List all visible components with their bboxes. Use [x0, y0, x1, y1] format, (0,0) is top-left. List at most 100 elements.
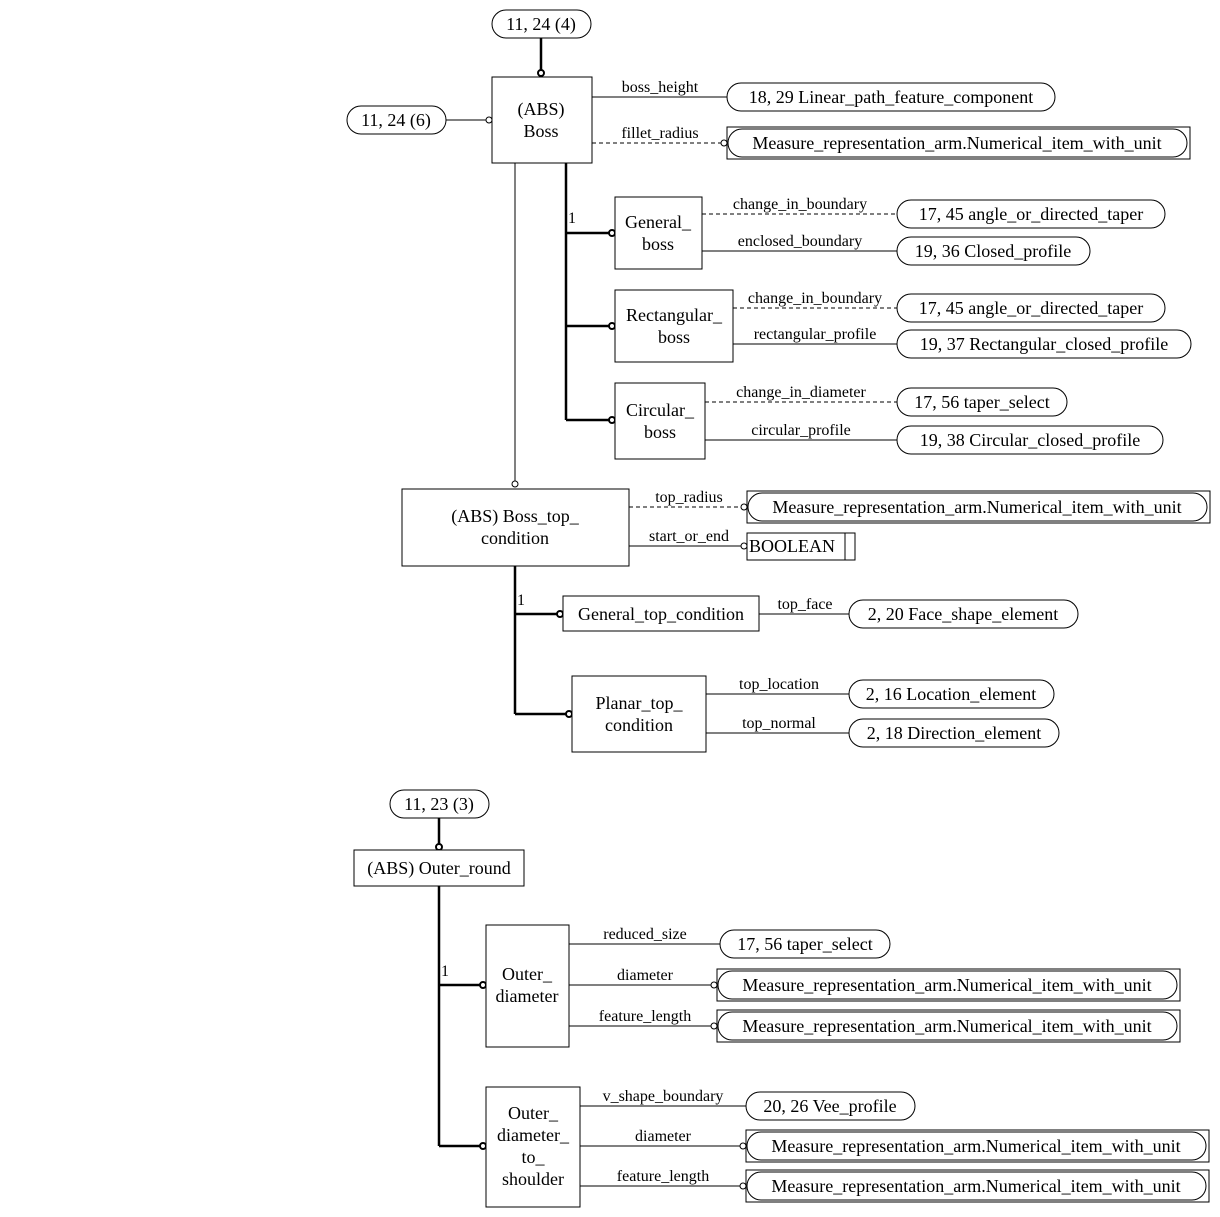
ref-ods-diameter-measure[interactable]: Measure_representation_arm.Numerical_ite… — [745, 1129, 1210, 1163]
ref-boss-parent[interactable]: 11, 24 (4) — [491, 9, 592, 39]
entity-planar-top-condition[interactable]: Planar_top_ condition — [571, 675, 707, 753]
entity-boss-top-condition[interactable]: (ABS) Boss_top_ condition — [401, 488, 630, 567]
attr-top-face: top_face — [777, 596, 832, 613]
entity-boss-label-1: (ABS) — [517, 99, 564, 120]
cardinality-outer-round: 1 — [441, 963, 449, 980]
ref-outer-round-parent-label: 11, 23 (3) — [404, 794, 474, 815]
entity-outer-diameter-to-shoulder[interactable]: Outer_ diameter_ to_ shoulder — [485, 1086, 581, 1208]
entity-boss-label-2: Boss — [523, 121, 558, 141]
type-boolean[interactable]: BOOLEAN — [746, 532, 856, 561]
attr-top-location: top_location — [739, 676, 819, 693]
entity-ods-label-2: diameter_ — [497, 1125, 570, 1145]
attr-gb-change-in-boundary: change_in_boundary — [733, 196, 867, 213]
ref-linear-path[interactable]: 18, 29 Linear_path_feature_component — [726, 82, 1056, 112]
ref-boss-parent-label: 11, 24 (4) — [506, 14, 576, 35]
link-end-circle — [556, 610, 564, 618]
ref-gb-closed-profile[interactable]: 19, 36 Closed_profile — [896, 236, 1091, 266]
link-end-circle — [740, 542, 748, 550]
express-g-diagram: 11, 24 (4) 11, 24 (6) (ABS) Boss boss_he… — [346, 9, 1211, 1208]
entity-rectangular-boss-label-1: Rectangular_ — [626, 305, 723, 325]
entity-rectangular-boss-label-2: boss — [658, 327, 690, 347]
ref-gb-taper-label: 17, 45 angle_or_directed_taper — [919, 204, 1143, 224]
entity-rectangular-boss[interactable]: Rectangular_ boss — [614, 289, 734, 363]
attr-top-radius: top_radius — [655, 489, 723, 506]
entity-ods-label-4: shoulder — [502, 1169, 564, 1189]
attr-od-feature-length: feature_length — [599, 1008, 691, 1025]
link-end-circle — [608, 322, 616, 330]
link-end-circle — [537, 69, 545, 77]
ref-cb-circ-profile[interactable]: 19, 38 Circular_closed_profile — [896, 425, 1164, 455]
ref-boss-side[interactable]: 11, 24 (6) — [346, 105, 447, 135]
link-end-circle — [511, 480, 519, 488]
entity-general-top-condition[interactable]: General_top_condition — [562, 595, 760, 632]
entity-boss[interactable]: (ABS) Boss — [491, 76, 593, 164]
entity-circular-boss-label-2: boss — [644, 422, 676, 442]
attr-rb-change-in-boundary: change_in_boundary — [748, 290, 882, 307]
link-end-circle — [435, 843, 443, 851]
ref-outer-round-parent[interactable]: 11, 23 (3) — [389, 789, 490, 819]
ref-top-radius-measure-label: Measure_representation_arm.Numerical_ite… — [772, 497, 1181, 517]
ref-rb-rect-profile-label: 19, 37 Rectangular_closed_profile — [920, 334, 1168, 354]
ref-location-label: 2, 16 Location_element — [866, 684, 1036, 704]
ref-od-length-measure-label: Measure_representation_arm.Numerical_ite… — [742, 1016, 1151, 1036]
ref-gb-closed-profile-label: 19, 36 Closed_profile — [915, 241, 1071, 261]
entity-boss-top-condition-label-2: condition — [481, 528, 549, 548]
entity-general-boss-label-2: boss — [642, 234, 674, 254]
ref-cb-taper-select-label: 17, 56 taper_select — [914, 392, 1049, 412]
entity-outer-diameter-label-2: diameter — [496, 986, 559, 1006]
ref-face-shape-label: 2, 20 Face_shape_element — [868, 604, 1058, 624]
attr-start-or-end: start_or_end — [649, 528, 729, 545]
entity-general-boss-label-1: General_ — [625, 212, 692, 232]
ref-direction-label: 2, 18 Direction_element — [867, 723, 1041, 743]
link-end-circle — [608, 416, 616, 424]
link-end-circle — [565, 710, 573, 718]
ref-rb-taper[interactable]: 17, 45 angle_or_directed_taper — [896, 293, 1166, 323]
attr-gb-enclosed-boundary: enclosed_boundary — [738, 233, 862, 250]
attr-fillet-radius: fillet_radius — [621, 125, 698, 142]
ref-cb-circ-profile-label: 19, 38 Circular_closed_profile — [920, 430, 1140, 450]
ref-location[interactable]: 2, 16 Location_element — [848, 679, 1055, 709]
ref-cb-taper-select[interactable]: 17, 56 taper_select — [896, 387, 1068, 417]
ref-face-shape[interactable]: 2, 20 Face_shape_element — [848, 599, 1079, 629]
ref-gb-taper[interactable]: 17, 45 angle_or_directed_taper — [896, 199, 1166, 229]
entity-planar-top-condition-label-2: condition — [605, 715, 673, 735]
entity-circular-boss-label-1: Circular_ — [626, 400, 695, 420]
entity-general-boss[interactable]: General_ boss — [614, 196, 703, 270]
entity-planar-top-condition-label-1: Planar_top_ — [596, 693, 684, 713]
ref-ods-length-measure-label: Measure_representation_arm.Numerical_ite… — [771, 1176, 1180, 1196]
ref-vee-profile-label: 20, 26 Vee_profile — [763, 1096, 896, 1116]
entity-boss-top-condition-label-1: (ABS) Boss_top_ — [451, 506, 580, 527]
entity-outer-round-label: (ABS) Outer_round — [367, 858, 510, 879]
ref-rb-rect-profile[interactable]: 19, 37 Rectangular_closed_profile — [896, 329, 1192, 359]
ref-boss-side-label: 11, 24 (6) — [361, 110, 431, 131]
ref-od-length-measure[interactable]: Measure_representation_arm.Numerical_ite… — [716, 1009, 1181, 1043]
entity-general-top-condition-label: General_top_condition — [578, 604, 744, 624]
ref-direction[interactable]: 2, 18 Direction_element — [848, 718, 1060, 748]
ref-od-diameter-measure[interactable]: Measure_representation_arm.Numerical_ite… — [716, 968, 1181, 1002]
attr-od-diameter: diameter — [617, 967, 674, 984]
entity-outer-diameter[interactable]: Outer_ diameter — [485, 924, 570, 1048]
cardinality-boss: 1 — [568, 210, 576, 227]
attr-cb-circular-profile: circular_profile — [751, 422, 851, 439]
ref-fillet-measure-label: Measure_representation_arm.Numerical_ite… — [752, 133, 1161, 153]
link-end-circle — [740, 503, 748, 511]
ref-rb-taper-label: 17, 45 angle_or_directed_taper — [919, 298, 1143, 318]
entity-circular-boss[interactable]: Circular_ boss — [614, 382, 706, 460]
ref-vee-profile[interactable]: 20, 26 Vee_profile — [745, 1091, 916, 1121]
ref-linear-path-label: 18, 29 Linear_path_feature_component — [749, 87, 1033, 107]
link-end-circle — [739, 1182, 747, 1190]
attr-cb-change-in-diameter: change_in_diameter — [736, 384, 866, 401]
ref-ods-length-measure[interactable]: Measure_representation_arm.Numerical_ite… — [745, 1169, 1210, 1203]
attr-ods-feature-length: feature_length — [617, 1168, 709, 1185]
ref-fillet-measure[interactable]: Measure_representation_arm.Numerical_ite… — [726, 126, 1191, 160]
entity-outer-round[interactable]: (ABS) Outer_round — [353, 849, 525, 887]
link-end-circle — [608, 229, 616, 237]
ref-od-taper-select[interactable]: 17, 56 taper_select — [719, 929, 891, 959]
link-end-circle — [479, 1142, 487, 1150]
link-end-circle — [720, 139, 728, 147]
ref-top-radius-measure[interactable]: Measure_representation_arm.Numerical_ite… — [746, 490, 1211, 524]
ref-ods-diameter-measure-label: Measure_representation_arm.Numerical_ite… — [771, 1136, 1180, 1156]
attr-boss-height: boss_height — [622, 79, 699, 96]
attr-top-normal: top_normal — [742, 715, 816, 732]
attr-rb-rectangular-profile: rectangular_profile — [754, 326, 877, 343]
